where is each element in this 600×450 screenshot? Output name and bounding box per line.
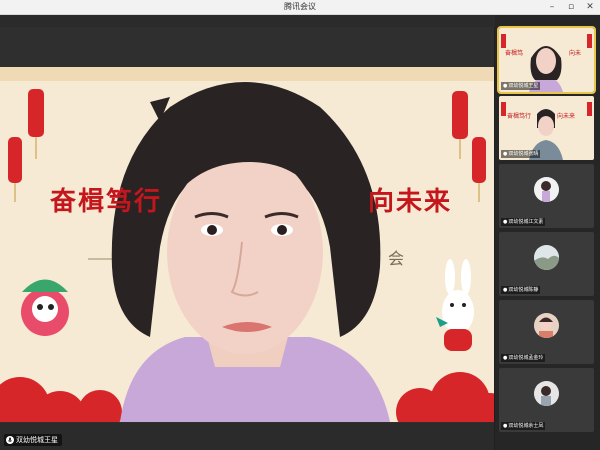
banner-title-right: 向未来 bbox=[368, 187, 453, 217]
participant-avatar bbox=[534, 177, 559, 202]
banner-title-left: 奋楫笃行 bbox=[50, 187, 163, 217]
bottom-bar bbox=[0, 423, 494, 450]
window-title: 腾讯会议 bbox=[284, 2, 316, 11]
participant-label: ● 双幼悦城余士凤 bbox=[501, 422, 546, 430]
svg-text:奋楫笃: 奋楫笃 bbox=[505, 49, 523, 57]
participant-avatar bbox=[534, 313, 559, 338]
participant-avatar bbox=[534, 381, 559, 406]
minimize-icon[interactable]: – bbox=[545, 0, 559, 14]
maximize-icon[interactable]: ▫ bbox=[564, 0, 578, 14]
participant-name: 双幼悦城陈静 bbox=[508, 287, 539, 293]
participant-label: ● 双幼悦城江文素 bbox=[501, 218, 546, 226]
participant-label: ● 双幼悦城王星 bbox=[501, 82, 541, 90]
svg-text:向未来: 向未来 bbox=[557, 112, 575, 120]
mic-icon: ● bbox=[503, 287, 508, 293]
mic-icon: ● bbox=[503, 423, 508, 429]
main-video-stage: 奋楫笃行 向未来 会 bbox=[0, 27, 494, 423]
participant-tile[interactable]: ● 双幼悦城江文素 bbox=[499, 164, 594, 228]
mic-icon: ● bbox=[503, 355, 508, 361]
participant-tile[interactable]: 奋楫笃 向未 ● 双幼悦城王星 bbox=[497, 26, 596, 94]
participant-name: 双幼悦城江文素 bbox=[508, 219, 544, 225]
speaker-name: 双幼悦城王星 bbox=[16, 436, 58, 444]
speaker-video[interactable]: 奋楫笃行 向未来 会 bbox=[0, 67, 494, 422]
participant-tile[interactable]: ● 双幼悦城陈静 bbox=[499, 232, 594, 296]
participant-name: 双幼悦城王星 bbox=[508, 83, 539, 89]
svg-text:奋楫笃行: 奋楫笃行 bbox=[507, 112, 531, 120]
close-icon[interactable]: ✕ bbox=[583, 0, 597, 14]
speaker-name-tag: 双幼悦城王星 bbox=[4, 434, 62, 446]
participant-avatar bbox=[534, 245, 559, 270]
mic-icon: ● bbox=[503, 151, 508, 157]
participant-tile[interactable]: ● 双幼悦城孟金玲 bbox=[499, 300, 594, 364]
participant-label: ● 双幼悦城孟金玲 bbox=[501, 354, 546, 362]
participant-name: 双幼悦城余士凤 bbox=[508, 423, 544, 429]
mic-icon: ● bbox=[503, 83, 508, 89]
participant-name: 双幼悦城孟金玲 bbox=[508, 355, 544, 361]
participant-tile[interactable]: ● 双幼悦城余士凤 bbox=[499, 368, 594, 432]
window-title-bar: 腾讯会议 – ▫ ✕ bbox=[0, 0, 600, 15]
mic-icon: ● bbox=[503, 219, 508, 225]
participant-label: ● 双幼悦城陈静 bbox=[501, 286, 541, 294]
participant-name: 双幼悦城张晴 bbox=[508, 151, 539, 157]
svg-text:向未: 向未 bbox=[569, 49, 581, 57]
banner-subtitle: 会 bbox=[388, 249, 405, 268]
participant-label: ● 双幼悦城张晴 bbox=[501, 150, 541, 158]
mic-icon bbox=[6, 436, 14, 444]
video-frame bbox=[0, 67, 494, 422]
participant-tile[interactable]: 奋楫笃行 向未来 ● 双幼悦城张晴 bbox=[499, 96, 594, 160]
